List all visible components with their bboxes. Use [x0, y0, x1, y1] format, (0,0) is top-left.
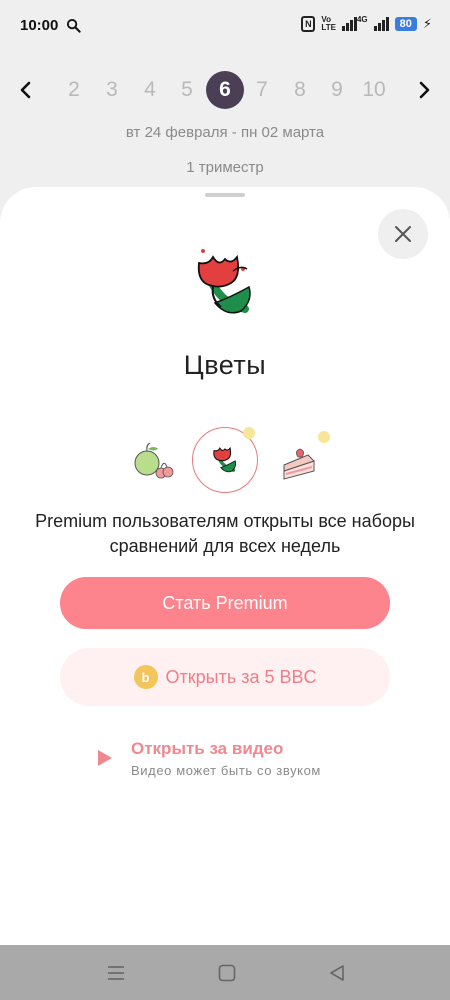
open-for-video-button[interactable]: Открыть за видео Видео может быть со зву…: [96, 737, 396, 783]
open-for-coins-label: Открыть за 5 BBC: [165, 666, 317, 687]
network-label: 4G: [356, 14, 368, 24]
open-for-coins-button[interactable]: b Открыть за 5 BBC: [60, 648, 390, 706]
back-icon[interactable]: [327, 963, 347, 983]
chevron-left-icon[interactable]: [14, 78, 38, 102]
week-5[interactable]: 5: [169, 68, 205, 112]
signal-icon: [341, 17, 357, 31]
volte-icon: Vo LTE: [321, 15, 336, 32]
week-7[interactable]: 7: [244, 68, 280, 112]
apple-cherry-icon[interactable]: [132, 441, 174, 481]
close-button[interactable]: [378, 209, 428, 259]
battery-icon: 80: [394, 17, 417, 31]
home-icon[interactable]: [217, 963, 237, 983]
comparison-sets: [0, 427, 450, 493]
status-time: 10:00: [20, 16, 59, 34]
trimester-label: 1 триместр: [186, 159, 264, 176]
week-6-selected[interactable]: 6: [206, 71, 244, 109]
status-icons: N Vo LTE 4G 80 ⚡: [301, 14, 432, 32]
bottom-sheet: Цветы Premium пользователям открыты все …: [0, 187, 450, 945]
recent-apps-icon[interactable]: [106, 963, 126, 983]
week-4[interactable]: 4: [132, 68, 168, 112]
date-range: вт 24 февраля - пн 02 марта: [125, 124, 325, 141]
search-icon: [67, 18, 81, 33]
week-2[interactable]: 2: [56, 68, 92, 112]
cake-icon[interactable]: [280, 441, 322, 481]
week-9[interactable]: 9: [319, 68, 355, 112]
charging-icon: ⚡: [422, 16, 432, 31]
week-navigator: 2 3 4 5 6 7 8 9 10: [0, 68, 450, 112]
week-3[interactable]: 3: [94, 68, 130, 112]
play-icon: [98, 750, 112, 766]
premium-description: Premium пользователям открыты все наборы…: [35, 511, 415, 556]
video-title: Открыть за видео: [131, 739, 284, 758]
set-title: Цветы: [183, 350, 267, 380]
signal-icon-2: [373, 17, 389, 31]
become-premium-button[interactable]: Стать Premium: [60, 577, 390, 629]
flower-icon: [197, 249, 251, 314]
week-10[interactable]: 10: [356, 68, 392, 112]
system-navigation-bar: [0, 945, 450, 1000]
sheet-handle[interactable]: [205, 193, 245, 197]
week-8[interactable]: 8: [282, 68, 318, 112]
chevron-right-icon[interactable]: [412, 78, 436, 102]
close-icon: [395, 226, 411, 242]
star-badge-icon: [243, 427, 255, 439]
star-badge-icon: [318, 431, 330, 443]
nfc-icon: N: [301, 16, 316, 32]
coin-icon: b: [133, 665, 158, 689]
flower-icon: [213, 446, 237, 473]
video-subtitle: Видео может быть со звуком: [131, 763, 321, 778]
status-bar: 10:00 N Vo LTE 4G 80 ⚡: [0, 0, 450, 50]
